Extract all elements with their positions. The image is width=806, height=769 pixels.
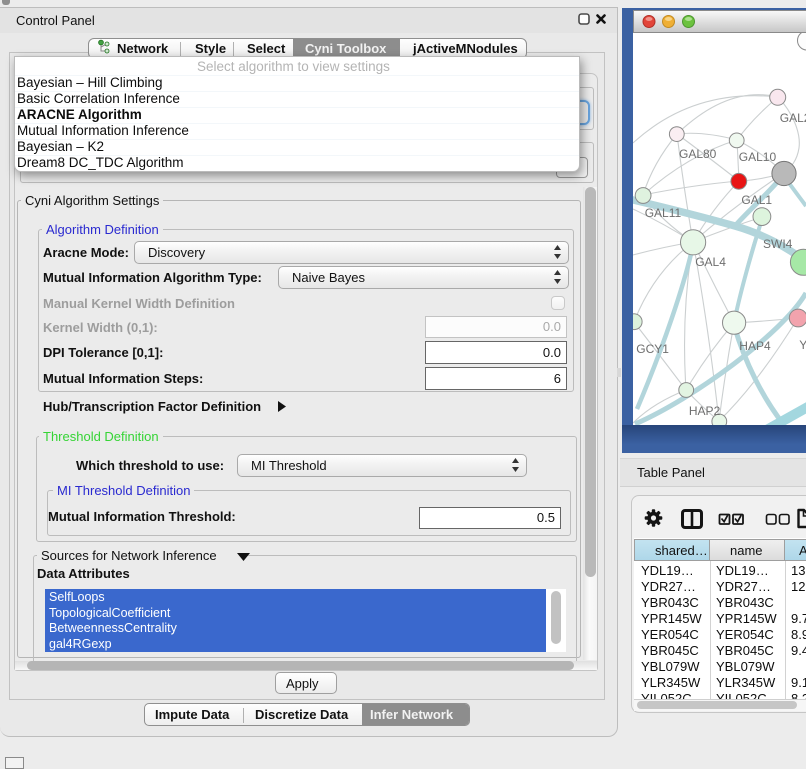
svg-text:HAP4: HAP4 bbox=[739, 339, 771, 353]
svg-text:GAL2: GAL2 bbox=[780, 111, 806, 125]
svg-text:GCY1: GCY1 bbox=[636, 342, 669, 356]
svg-text:GAL4: GAL4 bbox=[695, 255, 726, 269]
svg-text:SWI4: SWI4 bbox=[763, 237, 793, 251]
svg-text:Y: Y bbox=[799, 338, 806, 352]
svg-text:GAL80: GAL80 bbox=[679, 147, 717, 161]
svg-text:GAL10: GAL10 bbox=[739, 150, 777, 164]
svg-text:HAP2: HAP2 bbox=[689, 404, 721, 418]
svg-text:GAL11: GAL11 bbox=[645, 206, 682, 220]
svg-text:GAL1: GAL1 bbox=[741, 193, 772, 207]
